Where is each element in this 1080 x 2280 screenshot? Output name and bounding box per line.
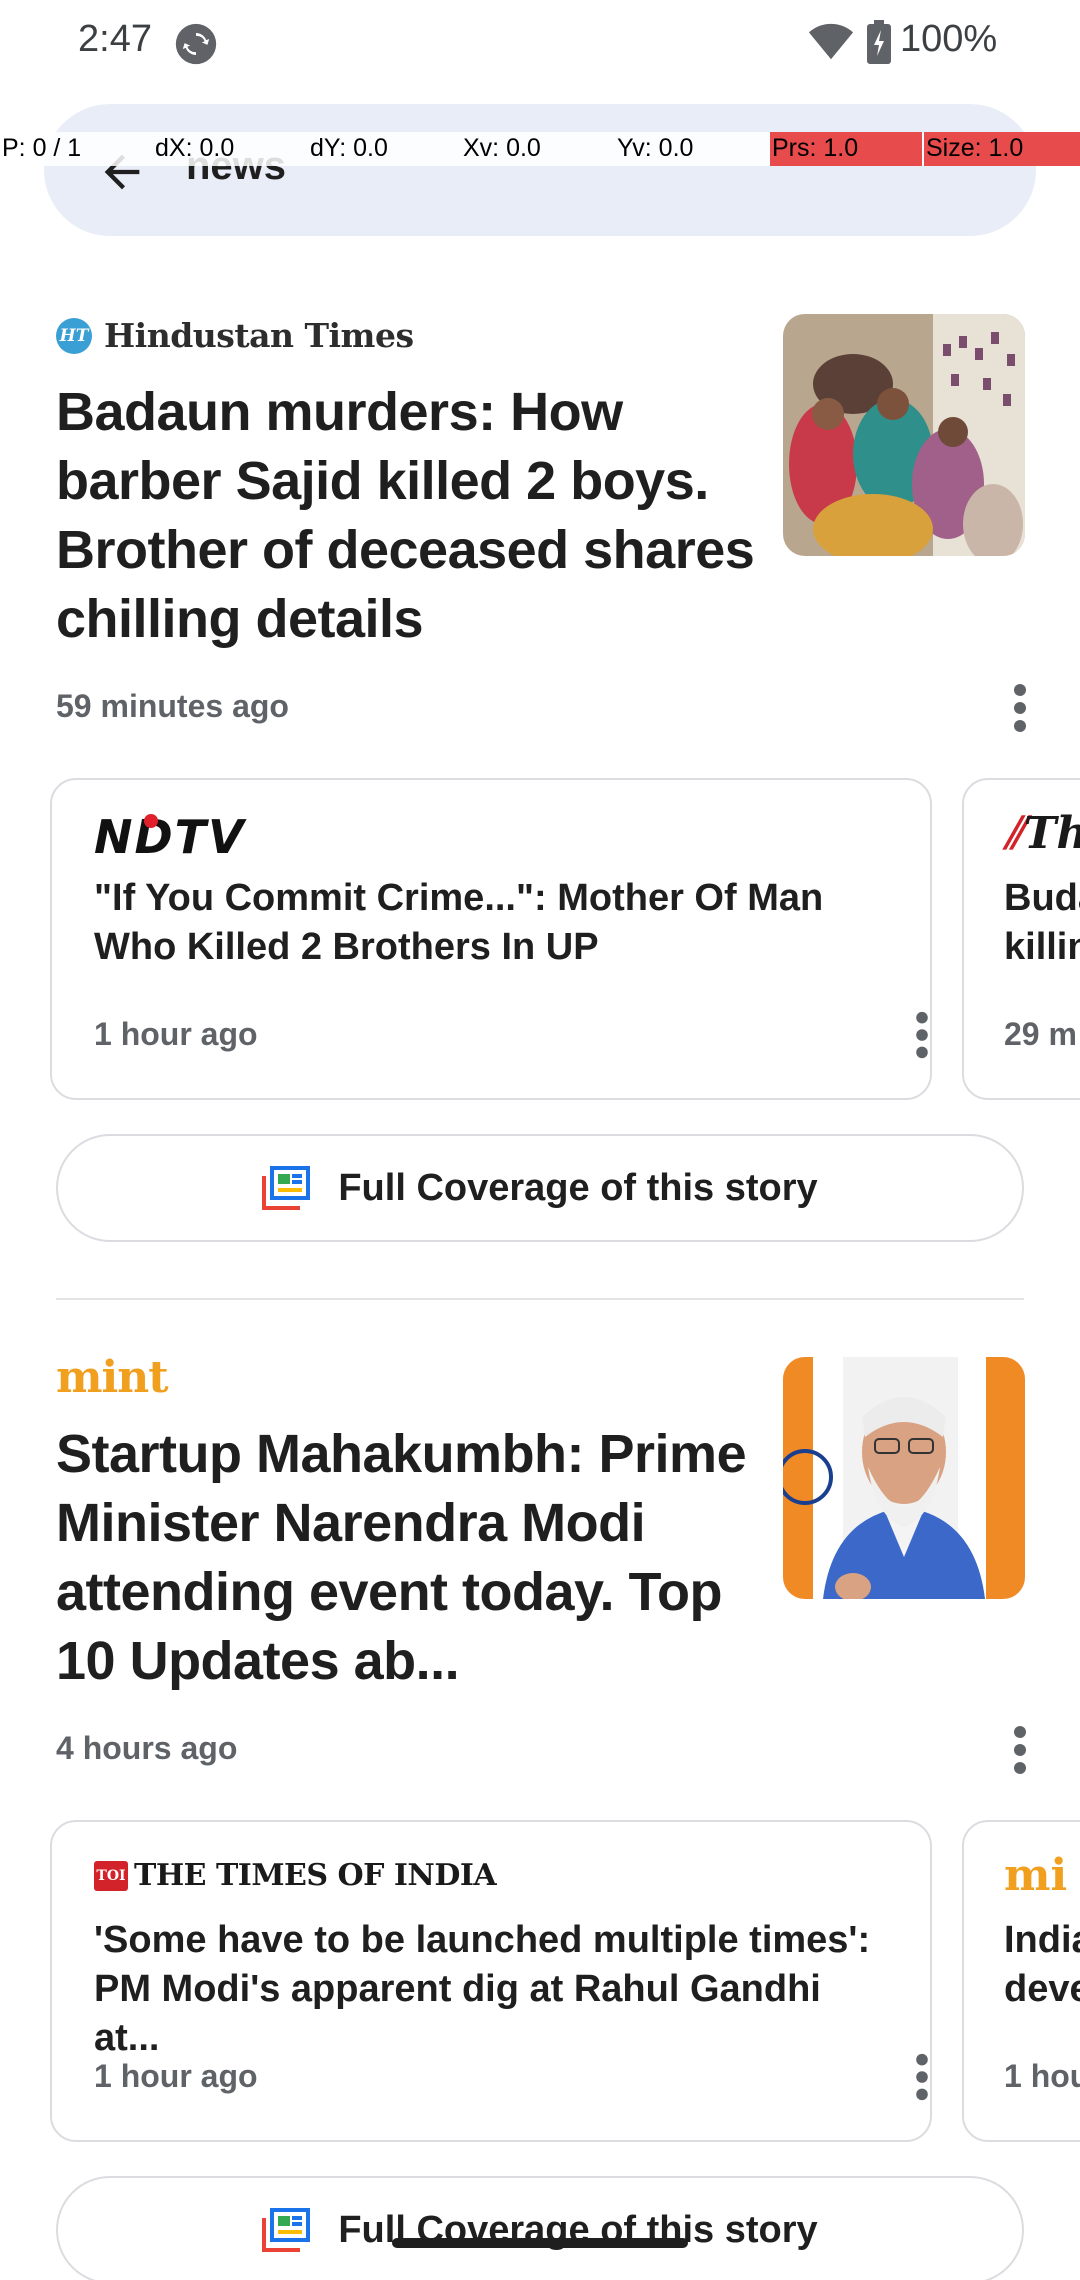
debug-pressure: Prs: 1.0 bbox=[770, 132, 922, 166]
mint-logo: mint bbox=[56, 1352, 169, 1403]
story-headline[interactable]: Badaun murders: How barber Sajid killed … bbox=[56, 378, 756, 654]
debug-xv: Xv: 0.0 bbox=[463, 134, 541, 162]
peek-time: 1 hou bbox=[1004, 2058, 1080, 2094]
sync-icon bbox=[175, 23, 217, 65]
story-headline[interactable]: Startup Mahakumbh: Prime Minister Narend… bbox=[56, 1420, 756, 1696]
related-article-card-peek[interactable]: mi Indiadeve 1 hou bbox=[962, 1820, 1080, 2142]
hindustan-times-logo-icon: HT bbox=[56, 317, 92, 354]
more-vert-icon[interactable] bbox=[904, 2050, 940, 2104]
story-divider bbox=[56, 1298, 1024, 1300]
debug-pointer-count: P: 0 / 1 bbox=[2, 134, 82, 162]
more-vert-icon[interactable] bbox=[904, 1008, 940, 1062]
peek-time: 29 m bbox=[1004, 1016, 1077, 1052]
wifi-icon bbox=[808, 23, 854, 60]
related-article-time: 1 hour ago bbox=[94, 2058, 258, 2094]
peek-source-logo: mi bbox=[1004, 1850, 1068, 1901]
ndtv-logo: NDTV bbox=[94, 810, 246, 864]
pointer-location-overlay: P: 0 / 1 dX: 0.0 dY: 0.0 Xv: 0.0 Yv: 0.0… bbox=[0, 132, 1080, 166]
related-source-name: THE TIMES OF INDIA bbox=[134, 1858, 497, 1893]
peek-title: Indiadeve bbox=[1004, 1919, 1080, 2010]
full-coverage-button[interactable]: Full Coverage of this story bbox=[56, 1134, 1024, 1242]
debug-yv: Yv: 0.0 bbox=[617, 134, 694, 162]
story-source[interactable]: mint bbox=[56, 1352, 169, 1403]
ndtv-logo-dot-icon bbox=[144, 814, 158, 828]
status-bar: 2:47 100% bbox=[0, 0, 1080, 84]
related-article-card[interactable]: NDTV "If You Commit Crime...": Mother Of… bbox=[50, 778, 932, 1100]
story-thumbnail[interactable] bbox=[783, 1357, 1025, 1599]
story-thumbnail[interactable] bbox=[783, 314, 1025, 556]
story-source[interactable]: HT Hindustan Times bbox=[56, 316, 414, 355]
battery-percent: 100% bbox=[900, 18, 998, 60]
peek-title: Budakillin bbox=[1004, 877, 1080, 968]
full-coverage-icon bbox=[262, 1166, 311, 1210]
story-time: 4 hours ago bbox=[56, 1730, 238, 1766]
story-time: 59 minutes ago bbox=[56, 688, 289, 724]
debug-dy: dY: 0.0 bbox=[310, 134, 388, 162]
more-vert-icon[interactable] bbox=[1000, 1722, 1040, 1778]
related-article-card[interactable]: TOI THE TIMES OF INDIA 'Some have to be … bbox=[50, 1820, 932, 2142]
peek-source-logo: ⫽Th bbox=[1004, 808, 1080, 859]
full-coverage-label: Full Coverage of this story bbox=[338, 1166, 818, 1209]
full-coverage-button[interactable]: Full Coverage of this story bbox=[56, 2176, 1024, 2280]
related-article-card-peek[interactable]: ⫽Th Budakillin 29 m bbox=[962, 778, 1080, 1100]
toi-badge-icon: TOI bbox=[94, 1860, 128, 1891]
more-vert-icon[interactable] bbox=[1000, 680, 1040, 736]
debug-dx: dX: 0.0 bbox=[155, 134, 235, 162]
times-of-india-logo: TOI THE TIMES OF INDIA bbox=[94, 1858, 497, 1893]
status-time: 2:47 bbox=[78, 18, 152, 60]
battery-icon bbox=[867, 20, 891, 64]
debug-size: Size: 1.0 bbox=[924, 132, 1080, 166]
story-source-name: Hindustan Times bbox=[104, 316, 414, 355]
full-coverage-icon bbox=[262, 2208, 311, 2252]
related-article-title[interactable]: "If You Commit Crime...": Mother Of Man … bbox=[94, 874, 894, 972]
related-article-time: 1 hour ago bbox=[94, 1016, 258, 1052]
related-article-title[interactable]: 'Some have to be launched multiple times… bbox=[94, 1916, 894, 2063]
home-gesture-bar[interactable] bbox=[392, 2238, 688, 2248]
